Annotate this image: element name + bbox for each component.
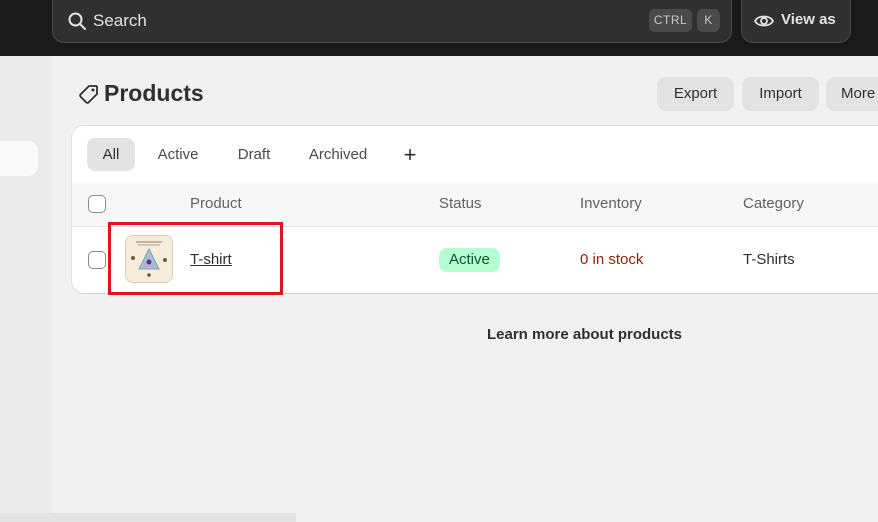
inventory-count: 0 in stock [580, 251, 644, 268]
tab-draft[interactable]: Draft [232, 138, 276, 171]
eye-icon [754, 15, 774, 27]
shortcut-ctrl-key: CTRL [649, 9, 692, 32]
table-row[interactable]: T-shirt Active 0 in stock T-Shirts [72, 227, 878, 293]
status-badge: Active [439, 248, 500, 272]
sidebar-selected-item[interactable] [0, 141, 38, 176]
tag-icon [79, 85, 98, 104]
view-as-button[interactable]: View as [741, 0, 851, 43]
table-header: Product Status Inventory Category [72, 182, 878, 227]
product-link[interactable]: T-shirt [190, 251, 232, 268]
product-category: T-Shirts [743, 251, 795, 268]
tab-all[interactable]: All [87, 138, 135, 171]
page-title: Products [104, 80, 204, 106]
tab-archived[interactable]: Archived [302, 138, 374, 171]
column-header-product[interactable]: Product [190, 195, 242, 212]
column-header-category[interactable]: Category [743, 195, 804, 212]
search-bar[interactable]: Search CTRL K [52, 0, 732, 43]
shortcut-k-key: K [697, 9, 720, 32]
select-all-checkbox[interactable] [88, 195, 106, 213]
add-view-button[interactable]: + [400, 138, 420, 171]
product-thumbnail [125, 235, 173, 283]
learn-more-link[interactable]: Learn more about products [487, 326, 682, 343]
row-checkbox[interactable] [88, 251, 106, 269]
search-label: Search [93, 11, 147, 30]
tab-active[interactable]: Active [150, 138, 206, 171]
top-bar: Search CTRL K View as [0, 0, 878, 56]
search-icon [68, 12, 86, 30]
products-table-card: All Active Draft Archived + Product Stat… [72, 126, 878, 293]
column-header-inventory[interactable]: Inventory [580, 195, 642, 212]
column-header-status[interactable]: Status [439, 195, 482, 212]
view-as-label: View as [781, 11, 836, 28]
bottom-strip [0, 513, 296, 522]
product-image-icon [126, 236, 172, 282]
more-actions-button[interactable]: More [826, 77, 878, 111]
import-button[interactable]: Import [742, 77, 819, 111]
export-button[interactable]: Export [657, 77, 734, 111]
filter-tabs: All Active Draft Archived + [72, 126, 878, 183]
sidebar [0, 56, 52, 522]
